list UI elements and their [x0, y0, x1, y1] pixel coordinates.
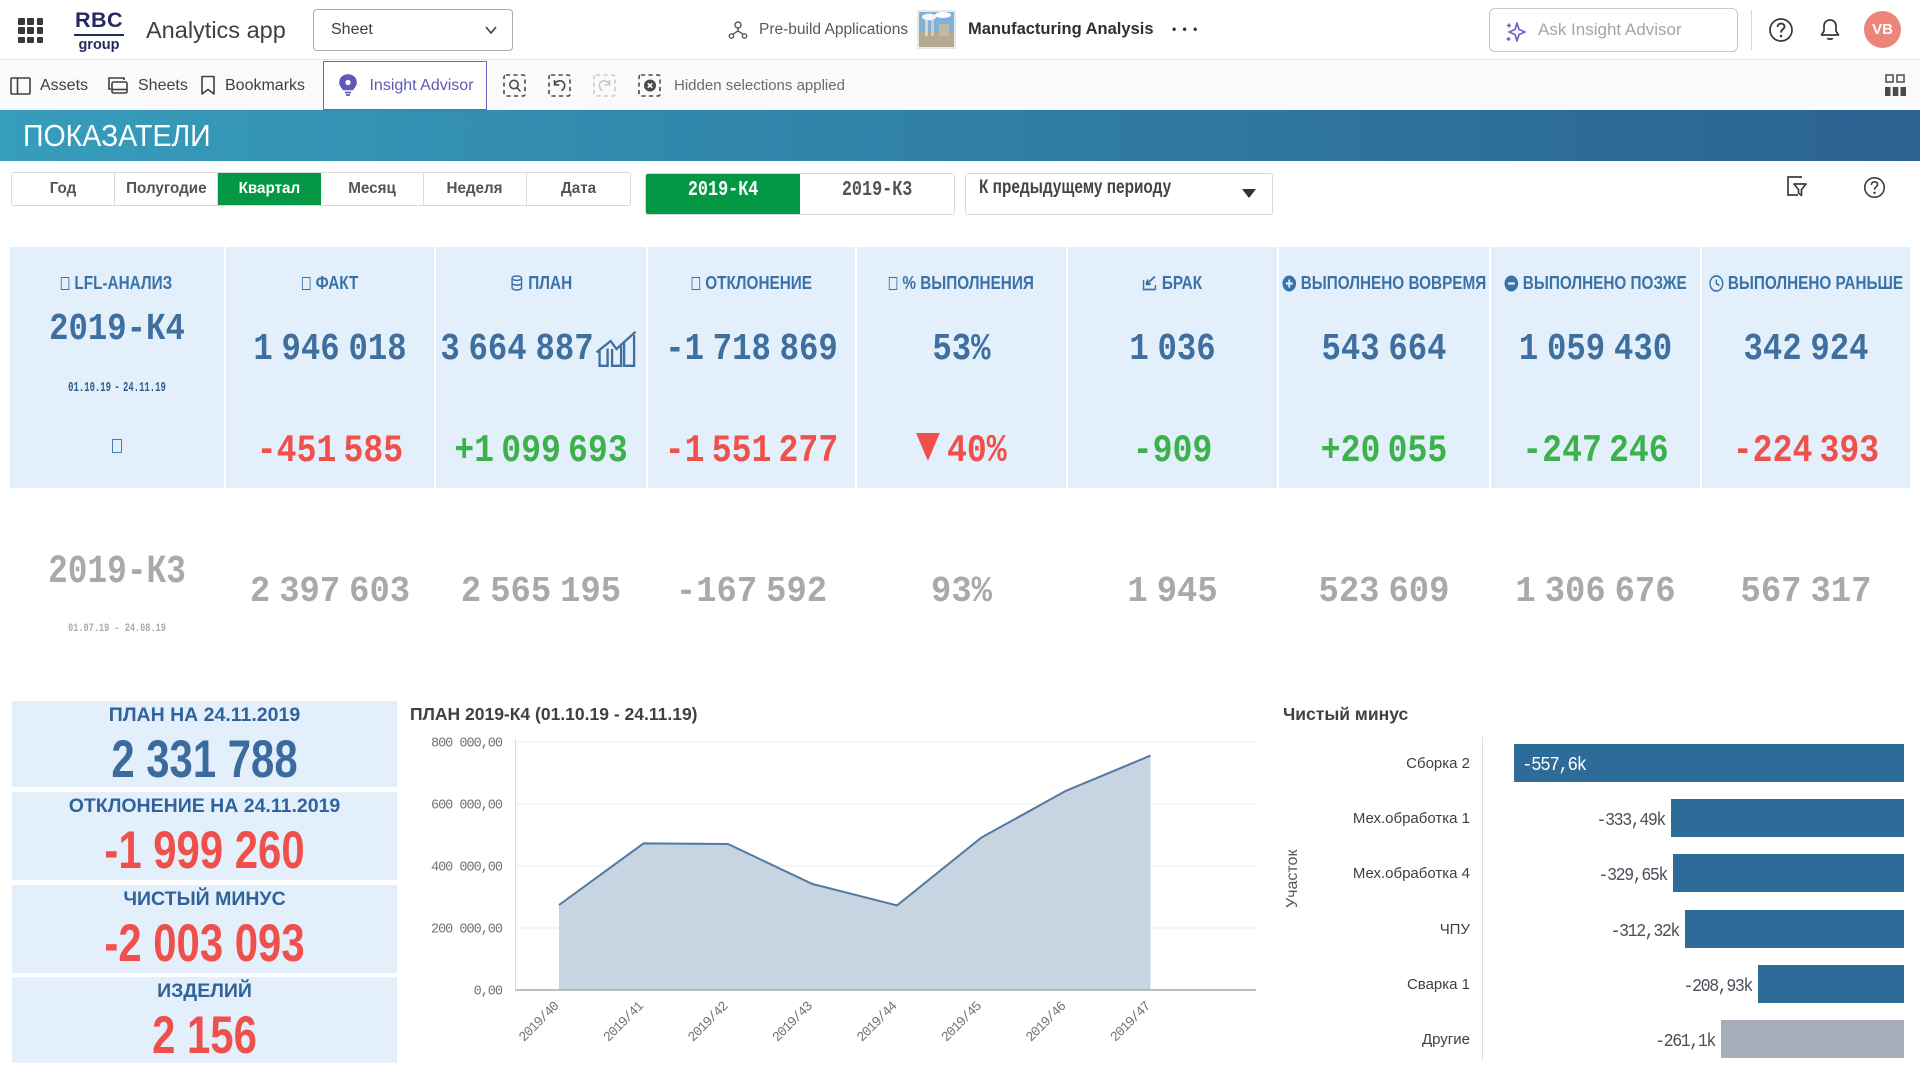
svg-text:200 000,00: 200 000,00 [431, 923, 503, 938]
svg-text:2019/47: 2019/47 [1108, 999, 1154, 1045]
svg-text:800 000,00: 800 000,00 [431, 737, 503, 752]
svg-text:600 000,00: 600 000,00 [431, 799, 503, 814]
svg-text:2019/43: 2019/43 [770, 999, 816, 1045]
svg-text:0,00: 0,00 [474, 985, 503, 1000]
svg-text:400 000,00: 400 000,00 [431, 861, 503, 876]
svg-text:2019/46: 2019/46 [1024, 999, 1070, 1045]
svg-text:2019/42: 2019/42 [686, 999, 732, 1045]
svg-text:2019/40: 2019/40 [517, 999, 563, 1045]
svg-text:2019/41: 2019/41 [601, 999, 647, 1045]
svg-text:2019/44: 2019/44 [855, 999, 901, 1045]
svg-text:2019/45: 2019/45 [939, 999, 985, 1045]
